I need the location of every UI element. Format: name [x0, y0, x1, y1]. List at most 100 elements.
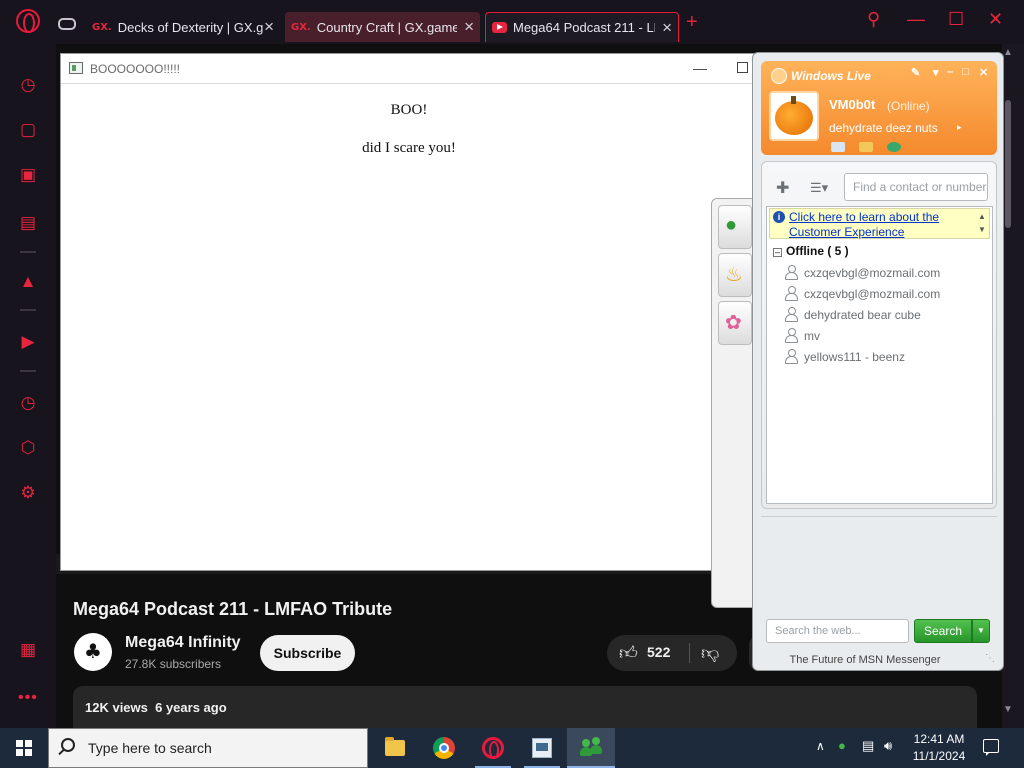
offline-buddy-icon: [785, 265, 798, 280]
web-search-input[interactable]: Search the web...: [766, 619, 909, 643]
like-count[interactable]: 522: [647, 644, 670, 660]
tab-decks-of-dexterity[interactable]: GX. Decks of Dexterity | GX.gan ×: [86, 12, 280, 42]
chrome-button[interactable]: [420, 728, 468, 768]
start-button[interactable]: [0, 728, 48, 768]
store-icon[interactable]: ▢: [17, 119, 39, 141]
channel-avatar[interactable]: ♣: [74, 633, 112, 671]
extensions-icon[interactable]: ⬡: [17, 437, 39, 459]
thumbs-down-icon[interactable]: 👎︎: [701, 642, 719, 664]
close-tab-icon[interactable]: ×: [662, 18, 672, 38]
opera-gx-button[interactable]: [469, 728, 517, 768]
personal-message[interactable]: dehydrate deez nuts: [829, 121, 938, 135]
dialog-title-bar[interactable]: BOOOOOOO!!!!! —: [61, 54, 757, 84]
contact-name: dehydrated bear cube: [804, 308, 921, 322]
menu-dropdown-icon[interactable]: ▾: [933, 66, 939, 79]
settings-gear-icon[interactable]: ⚙: [17, 482, 39, 504]
opera-gx-menu-icon[interactable]: [16, 9, 40, 33]
brand-title: Windows Live: [791, 69, 871, 83]
messenger-window: Windows Live ✎ ▾ – □ ✕ VM0b0t (Online) d…: [752, 52, 1004, 671]
notes-icon[interactable]: ▤: [17, 212, 39, 234]
like-divider: [689, 643, 690, 663]
contact-item[interactable]: cxzqevbgl@mozmail.com: [785, 286, 940, 301]
taskbar-search-box[interactable]: Type here to search: [48, 728, 368, 768]
messenger-tray-icon[interactable]: ●: [838, 738, 846, 753]
scroll-down-icon[interactable]: ▼: [1003, 704, 1013, 715]
show-hidden-icons-icon[interactable]: ∧: [816, 739, 825, 753]
player-icon[interactable]: ▶: [17, 331, 39, 353]
app-window-icon: [69, 62, 83, 74]
offline-buddy-icon: [785, 349, 798, 364]
contacts-tab[interactable]: ●: [718, 205, 752, 249]
tab-mega64-podcast[interactable]: Mega64 Podcast 211 - LMF ×: [485, 12, 679, 42]
search-tabs-icon[interactable]: ⚲: [867, 9, 880, 30]
new-tab-button[interactable]: +: [686, 11, 698, 34]
channel-name[interactable]: Mega64 Infinity: [125, 634, 241, 652]
fun-tab[interactable]: ✿: [718, 301, 752, 345]
close-window-icon[interactable]: ✕: [988, 9, 1003, 30]
offline-group-header[interactable]: – Offline ( 5 ): [773, 244, 849, 258]
tab-title: Decks of Dexterity | GX.gan: [117, 19, 263, 35]
messenger-taskbar-button[interactable]: [567, 728, 615, 768]
list-options-icon[interactable]: ☰▾: [810, 180, 828, 196]
notifications-icon[interactable]: [983, 739, 999, 756]
web-search-button[interactable]: Search: [914, 619, 972, 643]
dropdown-arrow-icon[interactable]: ▸: [957, 122, 962, 133]
customize-icon[interactable]: ✎: [911, 66, 920, 79]
gamepad-icon[interactable]: [58, 18, 76, 30]
scroll-up-icon[interactable]: ▲: [1003, 47, 1013, 58]
clock-date: 11/1/2024: [912, 749, 966, 763]
maximize-icon[interactable]: ☐: [948, 9, 964, 30]
twitch-icon[interactable]: ▣: [17, 164, 39, 186]
contact-item[interactable]: mv: [785, 328, 820, 343]
history-icon[interactable]: ◷: [17, 392, 39, 414]
resize-grip-icon[interactable]: ⋱: [985, 653, 995, 664]
scrollbar-thumb[interactable]: [1005, 100, 1011, 228]
offline-buddy-icon: [785, 328, 798, 343]
description-box[interactable]: 12K views 6 years ago: [73, 686, 977, 728]
contact-item[interactable]: dehydrated bear cube: [785, 307, 921, 322]
msn-today-icon[interactable]: [887, 142, 901, 152]
tab-title: Country Craft | GX.games: [316, 19, 457, 35]
windows-taskbar: Type here to search ∧ ● ▤ 🔊︎ 12:41 AM 11…: [0, 728, 1024, 768]
contact-item[interactable]: yellows111 - beenz: [785, 349, 905, 364]
sidebar-divider: [20, 251, 36, 253]
notice-scroll-arrows-icon[interactable]: ▲ ▼: [976, 210, 988, 237]
gallery-icon[interactable]: ▦: [17, 639, 39, 661]
more-options-icon[interactable]: •••: [18, 689, 38, 707]
user-display-name[interactable]: VM0b0t: [829, 97, 875, 112]
close-tab-icon[interactable]: ×: [264, 17, 274, 37]
volume-icon[interactable]: 🔊︎: [884, 738, 892, 754]
network-icon[interactable]: ▤: [862, 738, 874, 754]
speed-dial-icon[interactable]: ◷: [17, 74, 39, 96]
minimize-icon[interactable]: —: [693, 60, 707, 76]
thumbs-up-icon[interactable]: 👍︎: [619, 642, 638, 664]
minimize-icon[interactable]: —: [907, 9, 925, 30]
add-contact-icon[interactable]: ✚: [776, 178, 789, 198]
video-title: Mega64 Podcast 211 - LMFAO Tribute: [73, 599, 393, 619]
find-contact-input[interactable]: Find a contact or number: [844, 173, 988, 201]
pumpkin-stem: [791, 96, 796, 104]
group-label: Offline ( 5 ): [786, 244, 849, 258]
app-window-icon: [532, 738, 552, 758]
folder-icon[interactable]: [859, 142, 873, 152]
minimize-icon[interactable]: –: [947, 66, 953, 78]
tab-country-craft[interactable]: GX. Country Craft | GX.games ×: [285, 12, 480, 42]
customer-experience-link[interactable]: Click here to learn about the Customer E…: [789, 210, 969, 240]
alerts-tab[interactable]: ♨: [718, 253, 752, 297]
collapse-icon[interactable]: –: [773, 248, 782, 257]
close-icon[interactable]: ✕: [979, 66, 988, 79]
gx-corner-icon[interactable]: ▲: [17, 271, 39, 293]
maximize-icon[interactable]: [737, 62, 748, 73]
user-status[interactable]: (Online): [887, 99, 930, 113]
dialog-title: BOOOOOOO!!!!!: [90, 62, 181, 76]
file-explorer-button[interactable]: [371, 728, 419, 768]
subscribe-button[interactable]: Subscribe: [260, 635, 355, 671]
contact-item[interactable]: cxzqevbgl@mozmail.com: [785, 265, 940, 280]
email-icon[interactable]: [831, 142, 845, 152]
display-picture[interactable]: [769, 91, 819, 141]
search-dropdown-icon[interactable]: ▼: [972, 619, 990, 643]
close-tab-icon[interactable]: ×: [464, 17, 474, 37]
maximize-icon[interactable]: □: [962, 66, 969, 78]
dialog-app-button[interactable]: [518, 728, 566, 768]
taskbar-clock[interactable]: 12:41 AM 11/1/2024: [905, 731, 973, 765]
